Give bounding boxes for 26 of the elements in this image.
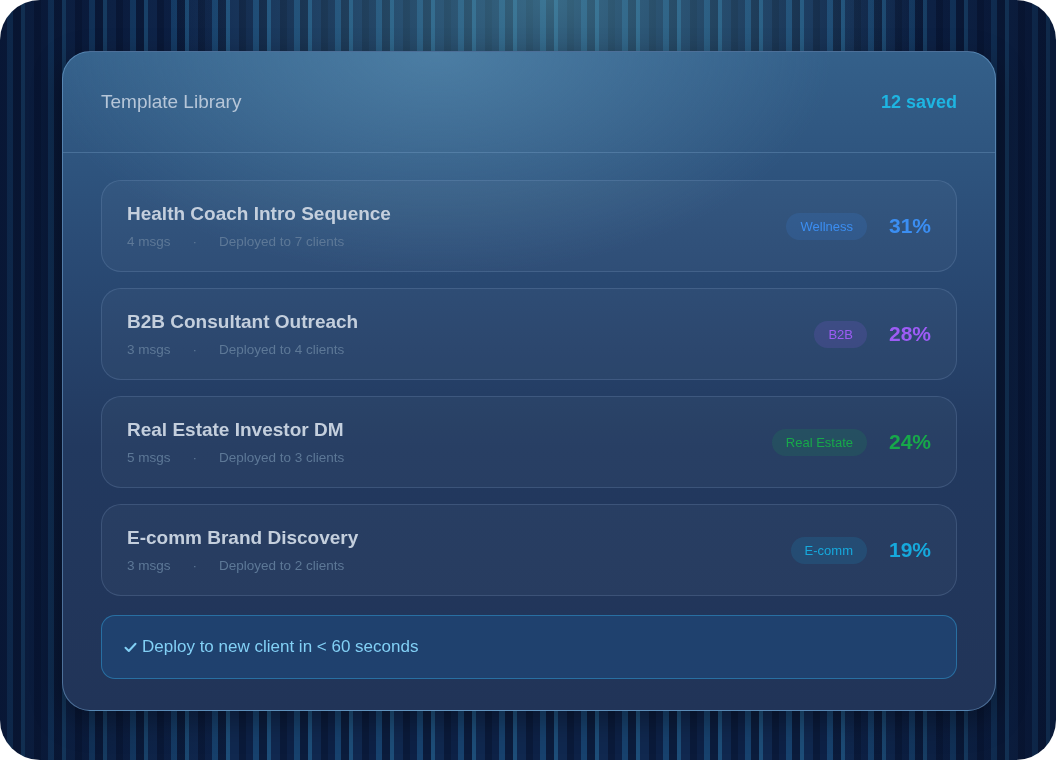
template-card[interactable]: Real Estate Investor DM 5 msgs · Deployed to 3 clients Real Estate 24%: [101, 396, 957, 488]
category-tag: Real Estate: [771, 428, 867, 456]
message-count: 5 msgs: [127, 450, 171, 465]
separator-dot: ·: [191, 558, 198, 573]
category-tag: B2B: [814, 320, 867, 348]
response-rate: 28%: [887, 322, 931, 346]
response-rate: 24%: [887, 430, 931, 454]
separator-dot: ·: [191, 234, 198, 249]
category-tag: Wellness: [786, 212, 867, 240]
deployment-count: Deployed to 2 clients: [219, 558, 345, 573]
template-name: B2B Consultant Outreach: [127, 311, 359, 333]
saved-count: 12 saved: [880, 91, 957, 113]
deployment-count: Deployed to 3 clients: [219, 450, 345, 465]
separator-dot: ·: [191, 450, 198, 465]
template-name: Real Estate Investor DM: [127, 419, 344, 441]
message-count: 3 msgs: [127, 558, 171, 573]
check-icon: [124, 641, 137, 653]
template-name: Health Coach Intro Sequence: [127, 203, 391, 225]
template-card[interactable]: E-comm Brand Discovery 3 msgs · Deployed to 2 clients E-comm 19%: [101, 504, 957, 596]
response-rate: 19%: [887, 538, 931, 562]
response-rate: 31%: [887, 214, 931, 238]
category-tag: E-comm: [790, 536, 867, 564]
separator-dot: ·: [191, 342, 198, 357]
template-name: E-comm Brand Discovery: [127, 527, 359, 549]
deploy-note: Deploy to new client in < 60 seconds: [142, 637, 419, 657]
panel-title: Template Library: [101, 91, 242, 113]
